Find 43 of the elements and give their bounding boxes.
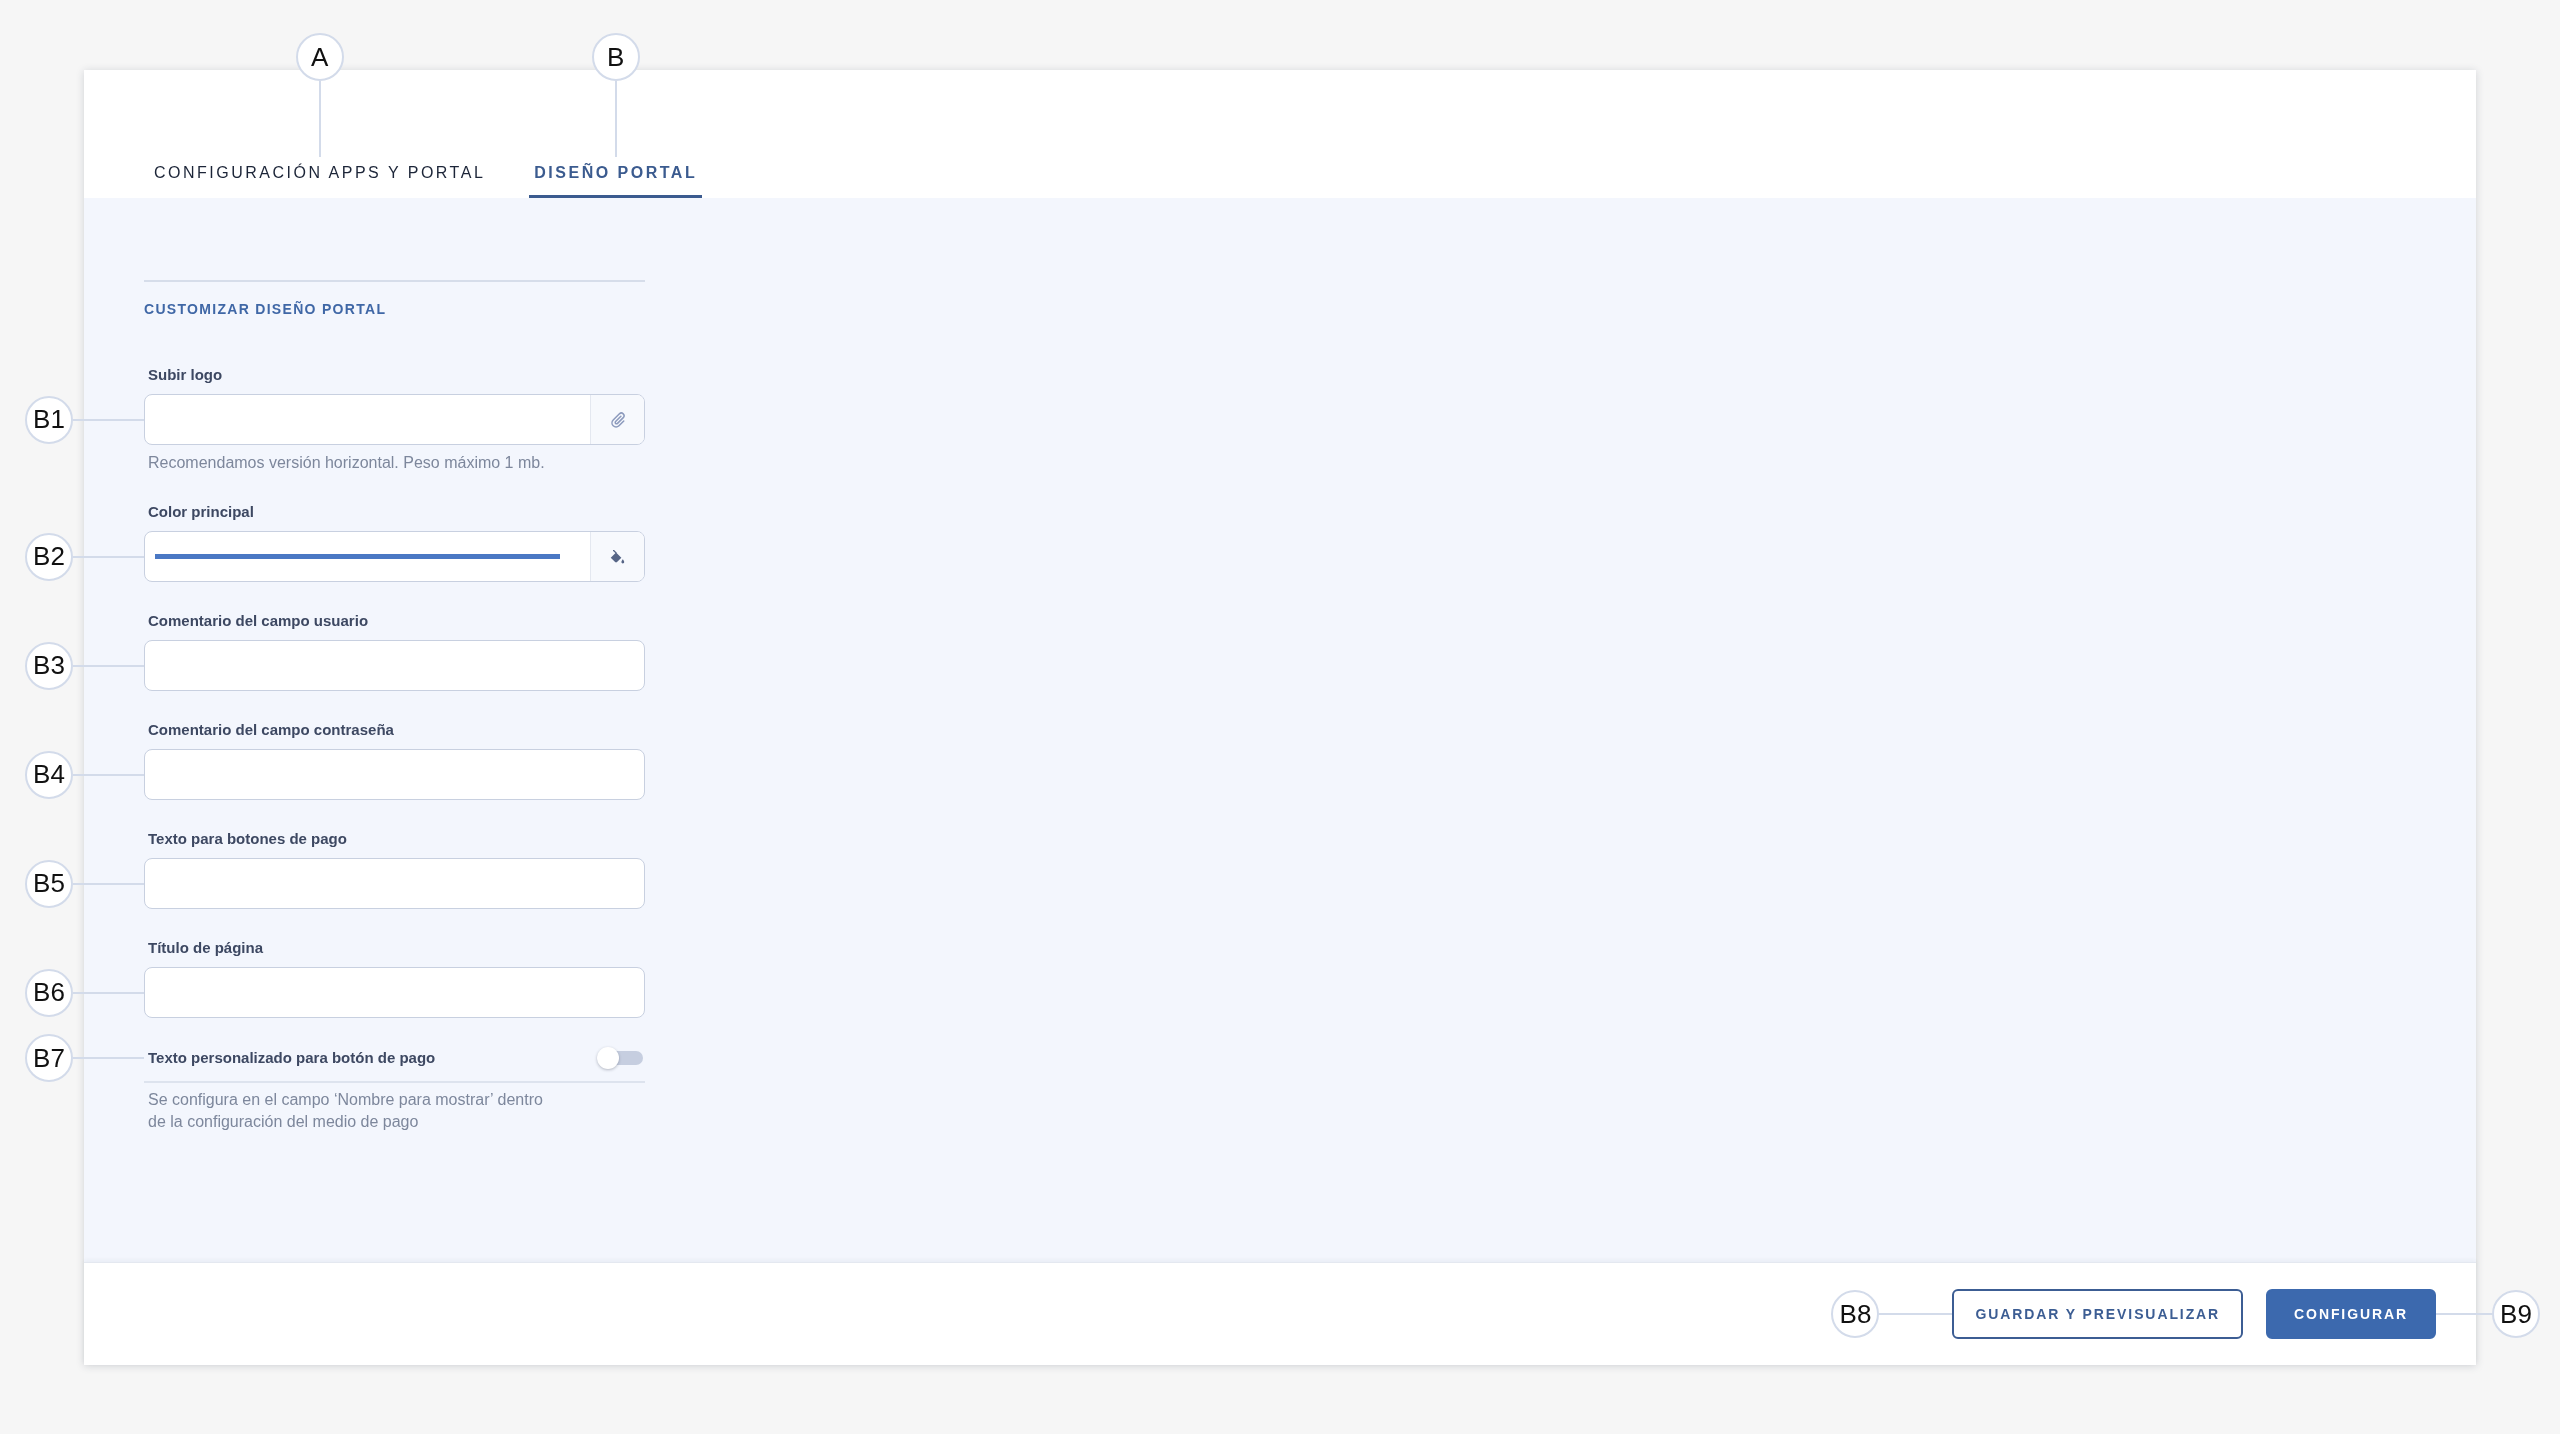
- field-hint: Recomendamos versión horizontal. Peso máximo 1 mb.: [147, 453, 546, 473]
- field-label: Subir logo: [147, 365, 224, 385]
- callout-label: B3: [25, 641, 73, 690]
- callout-label: B5: [25, 859, 73, 908]
- callout-line: [73, 991, 144, 994]
- color-picker-field[interactable]: [144, 531, 645, 582]
- callout-line: [73, 773, 144, 776]
- callout-line: [73, 882, 144, 885]
- callout-label: B9: [2492, 1290, 2540, 1338]
- paint-bucket-icon: [610, 549, 625, 564]
- callout-label: B8: [1831, 1290, 1880, 1338]
- text-input[interactable]: [144, 967, 645, 1018]
- callout-label: B2: [25, 532, 73, 581]
- toggle-label: Texto personalizado para botón de pago: [147, 1048, 436, 1068]
- text-input[interactable]: [144, 858, 645, 909]
- callout-label: B: [591, 33, 640, 81]
- toggle-switch[interactable]: [595, 1047, 645, 1069]
- file-upload-field[interactable]: [144, 394, 645, 445]
- field-label: Texto para botones de pago: [147, 829, 348, 849]
- attach-button[interactable]: [590, 395, 644, 444]
- callout-label: A: [295, 33, 344, 81]
- configure-button[interactable]: CONFIGURAR: [2266, 1289, 2436, 1339]
- tab[interactable]: CONFIGURACIÓN APPS Y PORTAL: [149, 157, 491, 198]
- save-preview-button[interactable]: GUARDAR Y PREVISUALIZAR: [1952, 1289, 2244, 1339]
- callout-label: B6: [25, 968, 73, 1017]
- field-label: Comentario del campo usuario: [147, 611, 370, 631]
- callout-label: B1: [25, 395, 73, 444]
- callout-label: B4: [25, 750, 73, 799]
- paint-bucket-button[interactable]: [590, 532, 644, 581]
- field-label: Color principal: [147, 502, 255, 522]
- field-hint: Se configura en el campo ‘Nombre para mostrar’ dentro de la configuración del medio de pago: [147, 1090, 544, 1132]
- field-label: Comentario del campo contraseña: [147, 720, 395, 740]
- text-input[interactable]: [144, 749, 645, 800]
- section-title: CUSTOMIZAR DISEÑO PORTAL: [144, 300, 388, 319]
- paperclip-icon: [610, 411, 625, 428]
- field-label: Título de página: [147, 938, 264, 958]
- text-input[interactable]: [144, 640, 645, 691]
- callout-line: [73, 418, 144, 421]
- callout-line: [73, 664, 144, 667]
- callout-line: [73, 555, 144, 558]
- callout-line: [2436, 1313, 2492, 1315]
- callout-label: B7: [25, 1034, 73, 1082]
- callout-line: [73, 1057, 144, 1059]
